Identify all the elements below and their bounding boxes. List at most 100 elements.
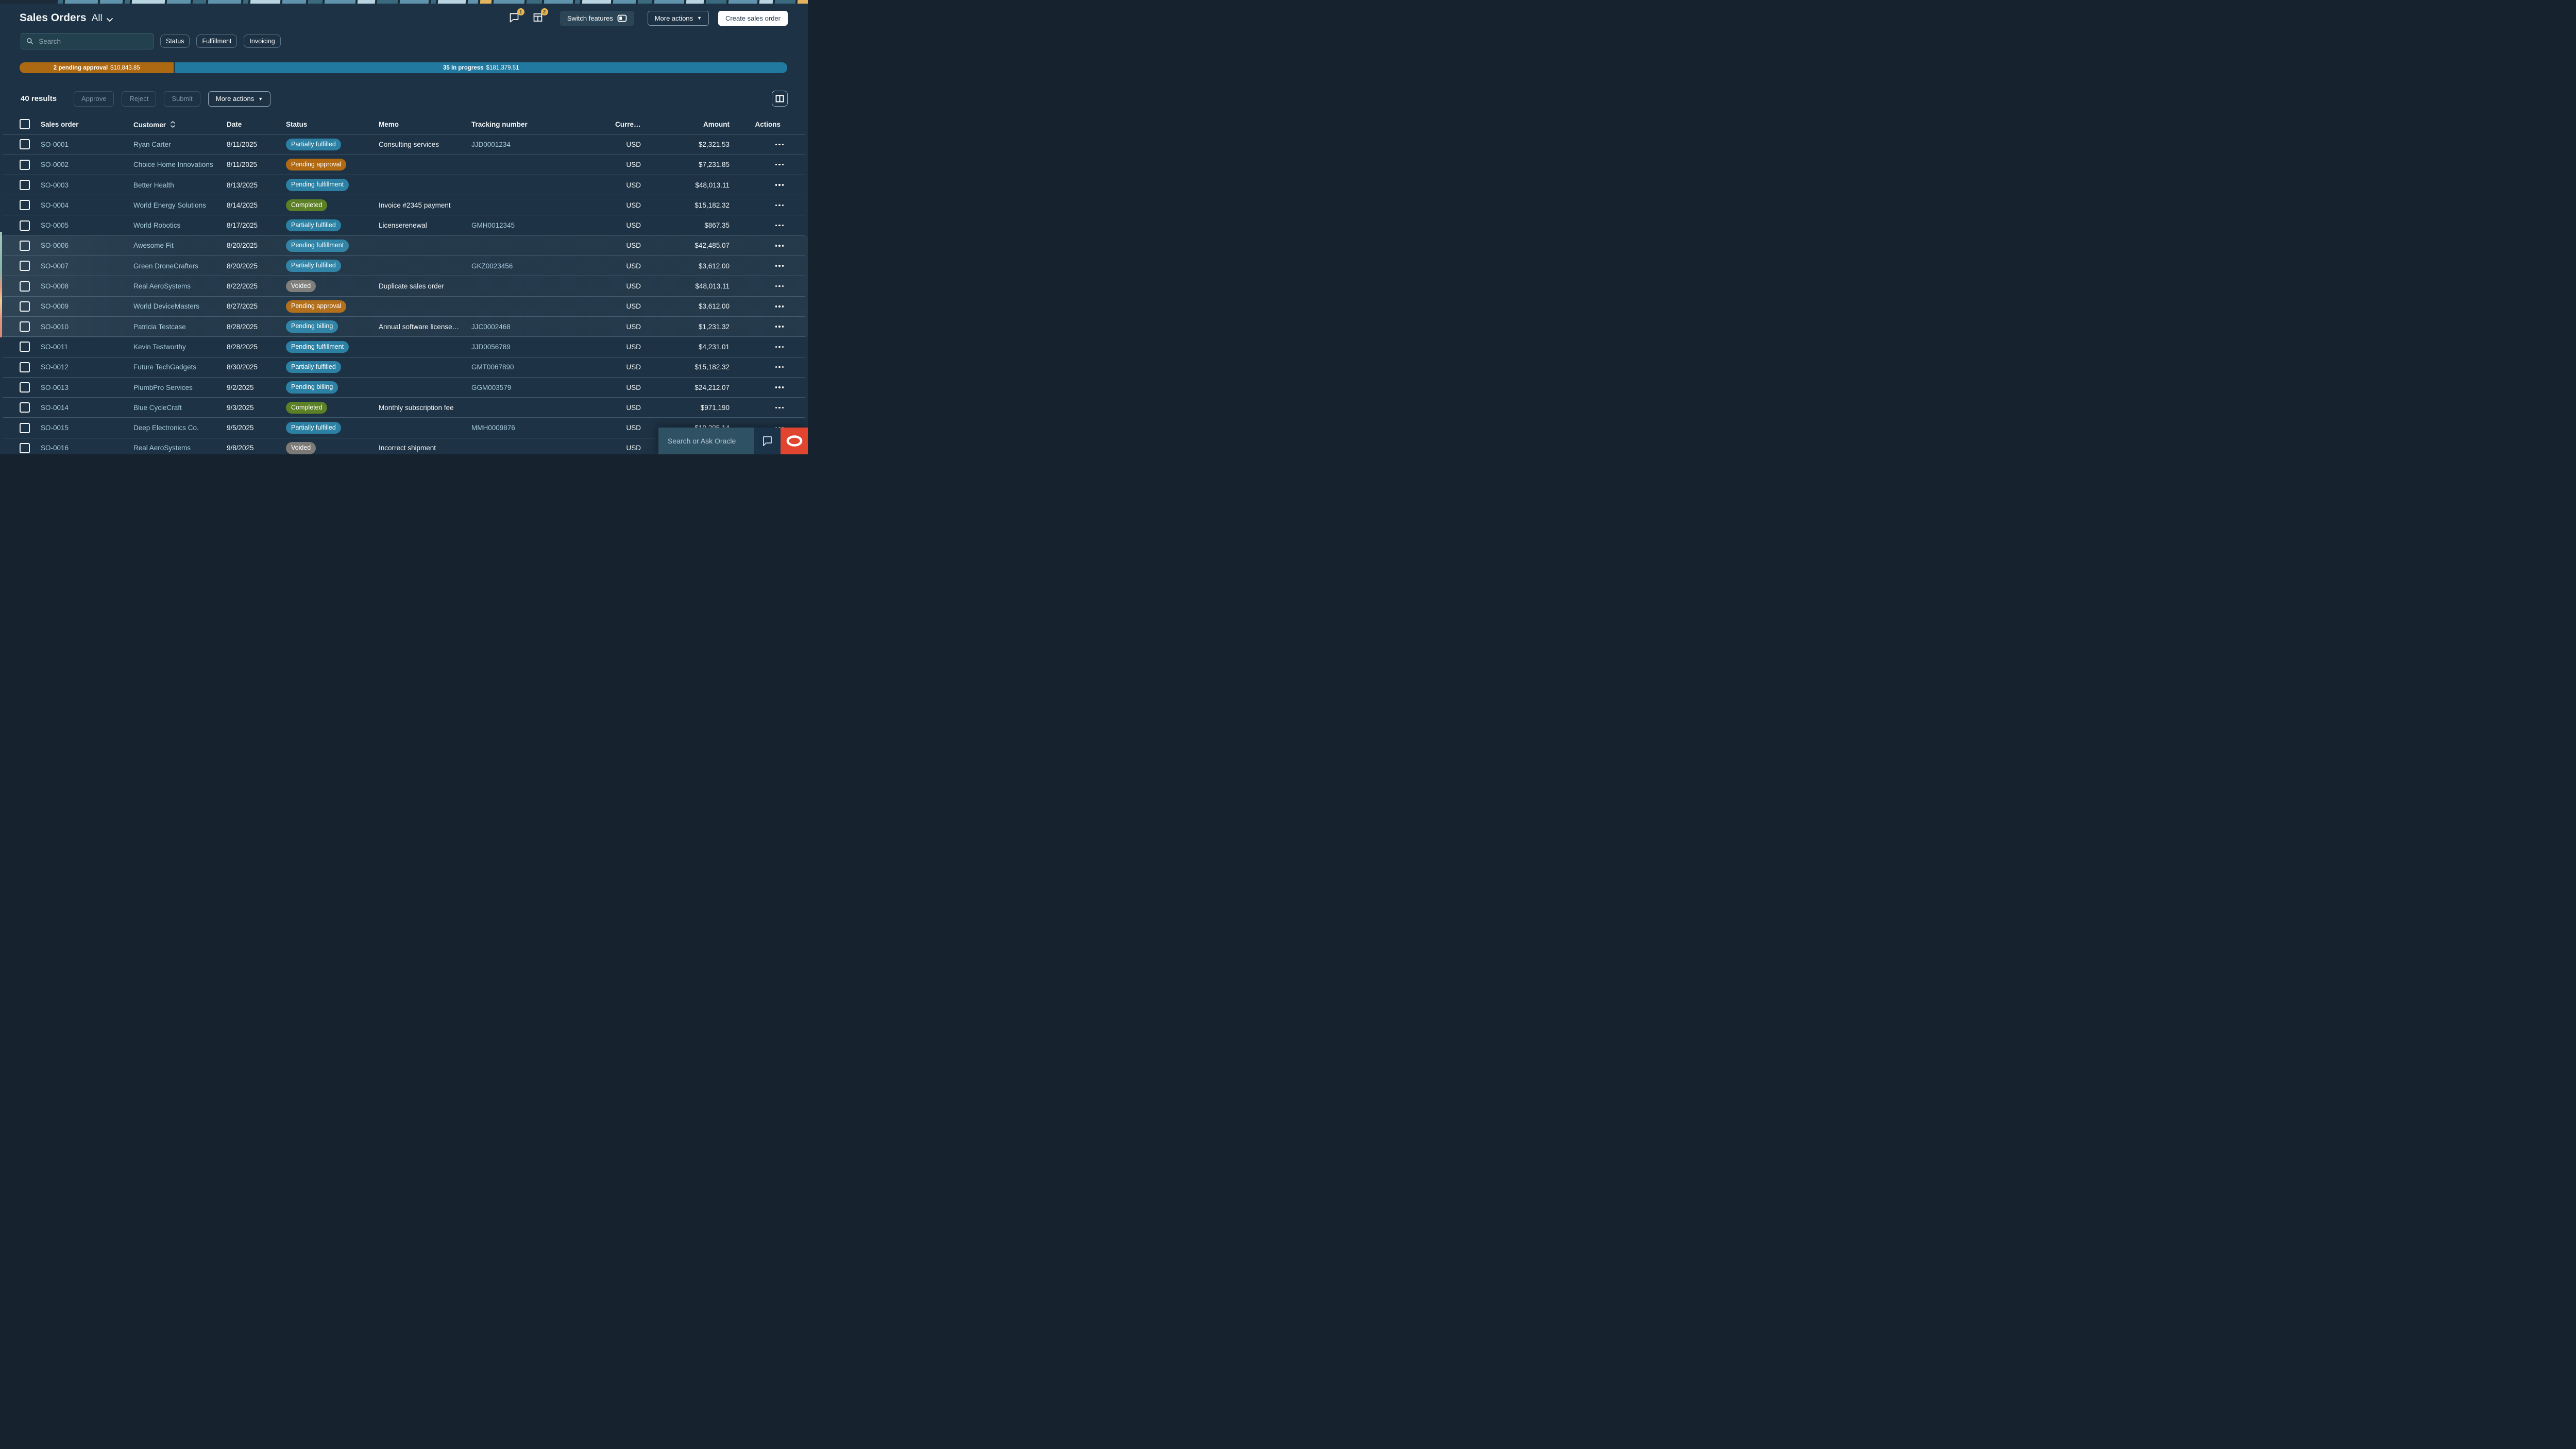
sales-order-link[interactable]: SO-0001 xyxy=(41,141,69,148)
assistant-chat-button[interactable] xyxy=(754,428,781,454)
tracking-link[interactable]: JJD0056789 xyxy=(471,343,511,351)
customer-link[interactable]: Awesome Fit xyxy=(133,242,174,249)
row-checkbox[interactable] xyxy=(20,200,30,211)
column-header-id[interactable]: Sales order xyxy=(41,121,133,128)
approve-button[interactable]: Approve xyxy=(74,91,114,107)
customer-link[interactable]: Green DroneCrafters xyxy=(133,262,198,270)
customer-link[interactable]: Choice Home Innovations xyxy=(133,161,213,168)
tracking-link[interactable]: MMH0009876 xyxy=(471,424,515,432)
customer-link[interactable]: Future TechGadgets xyxy=(133,363,196,371)
customer-link[interactable]: Better Health xyxy=(133,181,174,189)
summary-segment-1[interactable]: 2 pending approval $10,843.85 xyxy=(20,62,174,73)
row-actions-button[interactable] xyxy=(774,322,785,331)
assistant-search-field[interactable]: Search or Ask Oracle xyxy=(658,428,754,454)
select-all-checkbox[interactable] xyxy=(20,119,30,130)
row-actions-button[interactable] xyxy=(774,282,785,291)
filter-chip-fulfillment[interactable]: Fulfillment xyxy=(196,35,238,48)
customer-link[interactable]: Kevin Testworthy xyxy=(133,343,186,351)
customer-link[interactable]: PlumbPro Services xyxy=(133,384,193,391)
row-checkbox[interactable] xyxy=(20,301,30,312)
tracking-link[interactable]: GMH0012345 xyxy=(471,221,515,229)
row-checkbox[interactable] xyxy=(20,240,30,251)
tracking-link[interactable]: JJD0001234 xyxy=(471,141,511,148)
row-actions-button[interactable] xyxy=(774,242,785,250)
switch-features-button[interactable]: Switch features xyxy=(560,10,634,26)
customer-link[interactable]: World Robotics xyxy=(133,221,180,229)
row-checkbox[interactable] xyxy=(20,382,30,393)
customer-link[interactable]: Patricia Testcase xyxy=(133,323,186,331)
sales-order-link[interactable]: SO-0008 xyxy=(41,282,69,290)
column-header-currency[interactable]: Currency xyxy=(615,121,648,128)
row-checkbox[interactable] xyxy=(20,442,30,453)
sales-order-link[interactable]: SO-0015 xyxy=(41,424,69,432)
sales-order-link[interactable]: SO-0013 xyxy=(41,384,69,391)
submit-button[interactable]: Submit xyxy=(164,91,200,107)
tracking-link[interactable]: GKZ0023456 xyxy=(471,262,513,270)
customer-link[interactable]: Deep Electronics Co. xyxy=(133,424,199,432)
sales-order-link[interactable]: SO-0006 xyxy=(41,242,69,249)
customer-link[interactable]: Ryan Carter xyxy=(133,141,171,148)
search-field[interactable] xyxy=(21,33,154,49)
customer-link[interactable]: Real AeroSystems xyxy=(133,282,191,290)
row-actions-button[interactable] xyxy=(774,201,785,210)
column-header-customer[interactable]: Customer xyxy=(133,120,227,129)
row-checkbox[interactable] xyxy=(20,422,30,433)
row-actions-button[interactable] xyxy=(774,221,785,230)
more-actions-button-table[interactable]: More actions ▼ xyxy=(208,91,271,107)
row-checkbox[interactable] xyxy=(20,362,30,372)
sales-order-link[interactable]: SO-0005 xyxy=(41,221,69,229)
sales-order-link[interactable]: SO-0002 xyxy=(41,161,69,168)
row-checkbox[interactable] xyxy=(20,261,30,271)
row-actions-button[interactable] xyxy=(774,343,785,351)
column-header-tracking[interactable]: Tracking number xyxy=(471,121,615,128)
row-actions-button[interactable] xyxy=(774,262,785,270)
customer-link[interactable]: Blue CycleCraft xyxy=(133,404,182,412)
column-settings-button[interactable] xyxy=(772,91,788,107)
customer-link[interactable]: World Energy Solutions xyxy=(133,201,206,209)
column-header-memo[interactable]: Memo xyxy=(379,121,471,128)
column-header-amount[interactable]: Amount xyxy=(648,121,737,128)
comments-button[interactable]: 1 xyxy=(509,8,524,24)
row-checkbox[interactable] xyxy=(20,321,30,332)
row-actions-button[interactable] xyxy=(774,161,785,169)
panels-button[interactable]: 2 xyxy=(532,8,548,24)
row-actions-button[interactable] xyxy=(774,181,785,189)
tracking-link[interactable]: GGM003579 xyxy=(471,384,511,391)
row-checkbox[interactable] xyxy=(20,220,30,231)
create-sales-order-button[interactable]: Create sales order xyxy=(718,10,788,26)
column-header-date[interactable]: Date xyxy=(227,121,286,128)
row-actions-button[interactable] xyxy=(774,141,785,149)
row-checkbox[interactable] xyxy=(20,402,30,413)
reject-button[interactable]: Reject xyxy=(122,91,157,107)
search-input[interactable] xyxy=(38,37,148,46)
sales-order-link[interactable]: SO-0014 xyxy=(41,404,69,412)
sales-order-link[interactable]: SO-0010 xyxy=(41,323,69,331)
sort-icon[interactable] xyxy=(170,121,176,128)
tracking-link[interactable]: JJC0002468 xyxy=(471,323,511,331)
sales-order-link[interactable]: SO-0007 xyxy=(41,262,69,270)
row-checkbox[interactable] xyxy=(20,159,30,170)
sales-order-link[interactable]: SO-0009 xyxy=(41,302,69,310)
summary-segment-2[interactable]: 35 In progress $181,379.51 xyxy=(175,62,787,73)
row-actions-button[interactable] xyxy=(774,302,785,311)
sales-order-link[interactable]: SO-0012 xyxy=(41,363,69,371)
row-checkbox[interactable] xyxy=(20,180,30,191)
customer-link[interactable]: World DeviceMasters xyxy=(133,302,199,310)
row-checkbox[interactable] xyxy=(20,342,30,352)
row-checkbox[interactable] xyxy=(20,281,30,292)
customer-link[interactable]: Real AeroSystems xyxy=(133,444,191,452)
sales-order-link[interactable]: SO-0004 xyxy=(41,201,69,209)
sales-order-link[interactable]: SO-0011 xyxy=(41,343,68,351)
row-actions-button[interactable] xyxy=(774,404,785,412)
filter-chip-status[interactable]: Status xyxy=(160,35,190,48)
more-actions-button-top[interactable]: More actions ▼ xyxy=(647,10,709,26)
tracking-link[interactable]: GMT0067890 xyxy=(471,363,514,371)
sales-order-link[interactable]: SO-0016 xyxy=(41,444,69,452)
column-header-status[interactable]: Status xyxy=(286,121,379,128)
sales-order-link[interactable]: SO-0003 xyxy=(41,181,69,189)
filter-chip-invoicing[interactable]: Invoicing xyxy=(244,35,281,48)
row-actions-button[interactable] xyxy=(774,363,785,371)
view-selector[interactable]: All xyxy=(92,13,113,24)
column-header-actions[interactable]: Actions xyxy=(737,121,788,128)
row-checkbox[interactable] xyxy=(20,139,30,150)
